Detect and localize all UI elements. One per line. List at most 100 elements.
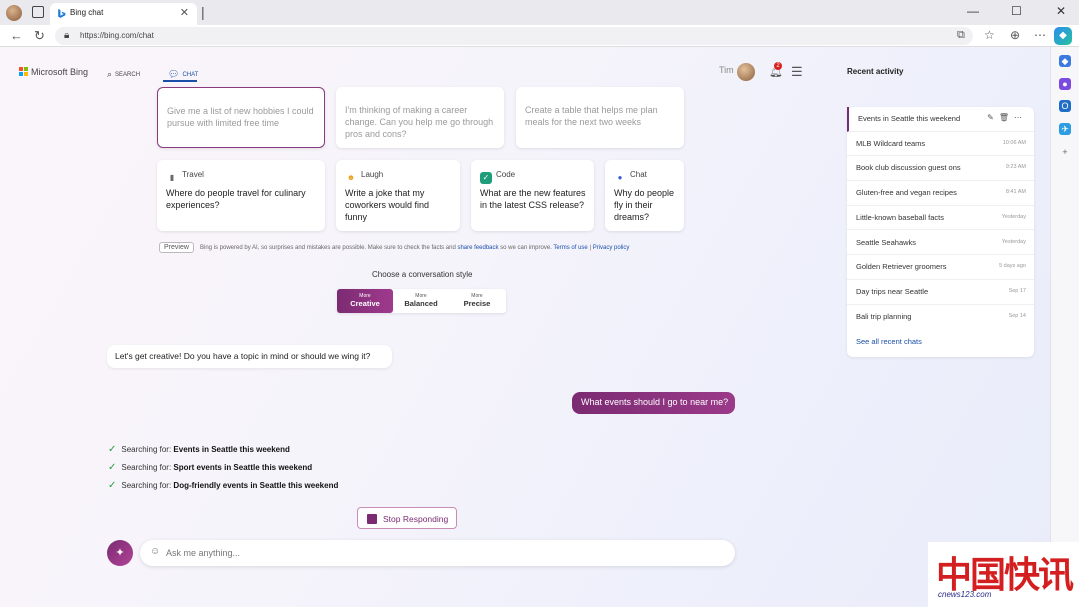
disclaimer-part: so we can improve. — [498, 245, 554, 251]
style-name-label: Balanced — [404, 299, 438, 308]
favorite-star-icon[interactable]: ☆ — [984, 28, 995, 42]
edge-sidebar: ◆ ● O ✈ + — [1050, 47, 1079, 607]
suggestion-text: Where do people travel for culinary expe… — [166, 188, 306, 210]
microsoft-bing-logo[interactable]: Microsoft Bing — [19, 67, 88, 77]
suggestion-card[interactable]: Create a table that helps me plan meals … — [516, 87, 684, 148]
recent-item-time: Sep 17 — [1008, 287, 1026, 294]
close-window-icon[interactable]: ✕ — [1056, 4, 1066, 18]
privacy-policy-link[interactable]: Privacy policy — [593, 245, 630, 251]
recent-item-name: Day trips near Seattle — [856, 286, 929, 296]
card-category-label: Travel — [182, 170, 204, 179]
chat-bubble-icon: 💬︎ — [168, 69, 180, 79]
user-avatar[interactable] — [737, 63, 755, 81]
search-prefix: Searching for: — [121, 481, 174, 490]
user-message: What events should I go to near me? — [572, 392, 735, 414]
hamburger-menu-icon[interactable]: ☰ — [791, 64, 803, 80]
style-name-label: Precise — [463, 299, 491, 308]
more-menu-icon[interactable]: ⋯ — [1034, 28, 1046, 42]
more-options-icon[interactable]: ⋯ — [1014, 113, 1027, 122]
nav-search[interactable]: ⌕ SEARCH — [107, 69, 140, 80]
browser-tab-bar: Bing chat ✕ | — ☐ ✕ — [0, 0, 1079, 25]
style-precise-button[interactable]: More Precise — [449, 289, 505, 313]
suggestion-card-laugh[interactable]: ☻ Laugh Write a joke that my coworkers wo… — [336, 160, 460, 231]
recent-item-name: Events in Seattle this weekend — [858, 114, 961, 123]
preview-badge: Preview — [159, 242, 194, 253]
recent-item[interactable]: MLB Wildcard teams 10:06 AM — [847, 132, 1034, 157]
recent-item[interactable]: Day trips near Seattle Sep 17 — [847, 280, 1034, 305]
suitcase-icon: ▮ — [169, 173, 175, 182]
suggestion-card-travel[interactable]: ▮ Travel Where do people travel for culin… — [157, 160, 325, 231]
recent-item[interactable]: Little-known baseball facts Yesterday — [847, 206, 1034, 231]
suggestion-card-code[interactable]: ✓ Code What are the new features in the l… — [471, 160, 594, 231]
nav-active-indicator — [163, 80, 197, 82]
recent-item[interactable]: Seattle Seahawks Yesterday — [847, 231, 1034, 256]
bot-message-text: Let's get creative! Do you have a topic … — [115, 351, 371, 361]
sidebar-tools-icon[interactable]: ● — [1059, 78, 1071, 90]
recent-item-time: 5 days ago — [999, 263, 1026, 270]
disclaimer-text: Bing is powered by AI, so surprises and … — [200, 245, 629, 251]
share-feedback-link[interactable]: share feedback — [457, 245, 498, 251]
ask-input[interactable] — [166, 544, 716, 562]
maximize-icon[interactable]: ☐ — [1011, 4, 1022, 18]
search-prefix: Searching for: — [121, 445, 174, 454]
conversation-style-selector: More Creative More Balanced More Precise — [337, 289, 506, 313]
see-all-recent-link[interactable]: See all recent chats — [856, 337, 922, 346]
nav-chat[interactable]: 💬︎ CHAT — [168, 69, 198, 80]
search-query: Sport events in Seattle this weekend — [173, 463, 313, 472]
url-field[interactable]: 🔒︎ https://bing.com/chat ⧉ — [55, 27, 973, 45]
suggestion-card[interactable]: Give me a list of new hobbies I could pu… — [157, 87, 325, 148]
recent-item[interactable]: Golden Retriever groomers 5 days ago — [847, 255, 1034, 280]
search-icon: ⌕ — [107, 69, 113, 79]
browser-tab[interactable]: Bing chat ✕ — [50, 3, 197, 25]
style-name-label: Creative — [350, 299, 380, 308]
card-category-label: Laugh — [361, 170, 384, 179]
checkmark-icon: ✓ — [108, 480, 117, 491]
minimize-icon[interactable]: — — [967, 4, 979, 18]
terms-of-use-link[interactable]: Terms of use — [553, 245, 587, 251]
recent-item-name: Bali trip planning — [856, 311, 912, 321]
tab-close-icon[interactable]: ✕ — [180, 6, 189, 19]
suggestion-card[interactable]: I'm thinking of making a career change. … — [336, 87, 504, 148]
style-balanced-button[interactable]: More Balanced — [393, 289, 449, 313]
recent-item[interactable]: Bali trip planning Sep 14 — [847, 305, 1034, 330]
recent-item[interactable]: Events in Seattle this weekend ✎🗑︎⋯ — [847, 107, 1034, 132]
url-text: https://bing.com/chat — [80, 31, 154, 40]
user-name[interactable]: Tim — [719, 65, 734, 75]
sidebar-shopping-icon[interactable]: ◆ — [1059, 55, 1071, 67]
logo-text: Microsoft Bing — [31, 67, 89, 77]
suggestion-text: Give me a list of new hobbies I could pu… — [167, 106, 314, 128]
collections-icon[interactable]: ⊕ — [1010, 28, 1020, 42]
sidebar-add-icon[interactable]: + — [1059, 146, 1071, 158]
bot-message: Let's get creative! Do you have a topic … — [107, 345, 392, 368]
style-creative-button[interactable]: More Creative — [337, 289, 393, 313]
recent-activity-panel: Events in Seattle this weekend ✎🗑︎⋯ MLB … — [847, 107, 1034, 357]
user-message-text: What events should I go to near me? — [581, 397, 729, 407]
new-topic-button[interactable]: ✦ — [107, 540, 133, 566]
recent-item[interactable]: Gluten-free and vegan recipes 8:41 AM — [847, 181, 1034, 206]
delete-trash-icon[interactable]: 🗑︎ — [999, 113, 1014, 122]
back-icon[interactable]: ← — [10, 28, 23, 43]
suggestion-card-chat[interactable]: ● Chat Why do people fly in their dreams? — [605, 160, 684, 231]
checkmark-icon: ✓ — [108, 444, 117, 455]
stop-responding-button[interactable]: Stop Responding — [357, 507, 457, 529]
edit-pencil-icon[interactable]: ✎ — [987, 113, 999, 122]
profile-avatar[interactable] — [6, 5, 22, 21]
chat-compose-icon: ☺ — [150, 546, 161, 557]
app-available-icon[interactable]: ⧉ — [957, 29, 965, 42]
search-query: Dog-friendly events in Seattle this week… — [173, 481, 339, 490]
sidebar-games-icon[interactable]: ✈ — [1059, 123, 1071, 135]
disclaimer-part: Bing is powered by AI, so surprises and … — [200, 245, 458, 251]
stop-responding-label: Stop Responding — [383, 514, 449, 524]
recent-item-time: Sep 14 — [1008, 312, 1026, 319]
laugh-emoji-icon: ☻ — [346, 173, 356, 182]
new-tab-button[interactable]: | — [201, 4, 205, 20]
conversation-style-label: Choose a conversation style — [372, 270, 473, 279]
sidebar-outlook-icon[interactable]: O — [1059, 100, 1071, 112]
refresh-icon[interactable]: ↻ — [34, 28, 45, 44]
suggestion-text: What are the new features in the latest … — [480, 188, 586, 210]
recent-item[interactable]: Book club discussion guest ons 9:23 AM — [847, 156, 1034, 182]
card-category: ● Chat — [614, 170, 647, 184]
copilot-icon[interactable]: ◆ — [1054, 27, 1072, 45]
search-query: Events in Seattle this weekend — [173, 445, 290, 454]
tab-actions-icon[interactable] — [32, 6, 44, 18]
